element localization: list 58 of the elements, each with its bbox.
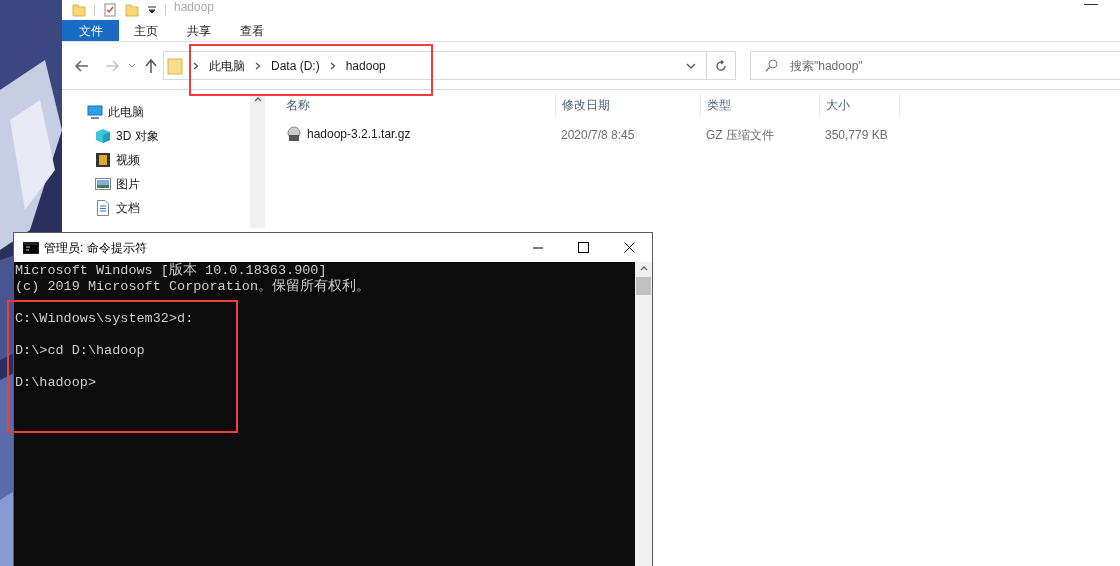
film-icon [95,152,111,168]
nav-item[interactable]: 文档 [62,196,250,220]
breadcrumb-item[interactable]: Data (D:) [271,56,320,75]
console-line: C:\Windows\system32>d: [15,311,194,327]
scrollbar[interactable] [635,262,652,566]
minimize-button[interactable] [1084,3,1098,5]
chevron-right-icon [255,61,261,70]
breadcrumb-item[interactable]: 此电脑 [209,56,245,75]
ribbon-tab[interactable]: 查看 [225,20,278,41]
file-name[interactable]: hadoop-3.2.1.tar.gz [307,125,411,143]
search-icon [765,59,778,72]
back-arrow-icon[interactable] [74,57,90,74]
column-header[interactable]: 大小 [819,94,899,116]
caret-icon[interactable] [128,61,136,70]
table-cell: GZ 压缩文件 [706,128,774,142]
monitor-icon [87,104,103,120]
archive-file-icon [286,126,302,142]
checklist-icon[interactable] [103,3,117,17]
caret-icon[interactable] [686,61,696,70]
column-header[interactable]: 修改日期 [555,94,700,116]
console-line: (c) 2019 Microsoft Corporation。保留所有权利。 [15,279,371,295]
scroll-up-icon[interactable] [639,266,648,271]
document-icon [95,200,111,216]
table-cell: 350,779 KB [825,128,888,142]
address-bar[interactable]: 此电脑 Data (D:) hadoop [163,51,707,80]
refresh-icon [715,59,727,72]
scrollbar[interactable] [250,94,265,228]
minimize-icon[interactable] [533,246,543,249]
table-cell: 2020/7/8 8:45 [561,128,635,142]
cube-icon [95,128,111,144]
ribbon-tab[interactable]: 主页 [119,20,172,41]
maximize-icon[interactable] [578,242,589,253]
console-line: D:\>cd D:\hadoop [15,343,145,359]
nav-item[interactable]: 此电脑 [62,100,250,124]
column-header[interactable]: 类型 [700,94,819,116]
image-icon [95,176,111,192]
console-line: D:\hadoop> [15,375,96,391]
window-title: hadoop [174,0,215,16]
ribbon-tab[interactable]: 文件 [62,20,119,41]
close-icon[interactable] [624,242,635,253]
window-title: 管理员: 命令提示符 [44,239,147,257]
scroll-thumb[interactable] [636,277,651,295]
nav-item[interactable]: 视频 [62,148,250,172]
console-line: Microsoft Windows [版本 10.0.18363.900] [15,263,327,278]
folder-icon [167,56,183,75]
console-icon [23,241,39,254]
chevron-right-icon [329,61,336,70]
column-header[interactable]: 名称 [280,94,555,116]
search-field[interactable]: 搜索"hadoop" [750,51,1120,80]
breadcrumb-item[interactable]: hadoop [345,56,386,75]
scroll-up-icon[interactable] [253,97,262,102]
nav-item[interactable]: 3D 对象 [62,124,250,148]
ribbon-tab[interactable]: 共享 [172,20,225,41]
up-arrow-icon[interactable] [144,57,158,74]
dropdown-icon[interactable] [147,5,157,15]
nav-item[interactable]: 图片 [62,172,250,196]
refresh-button[interactable] [707,51,736,80]
chevron-right-icon [193,61,199,70]
